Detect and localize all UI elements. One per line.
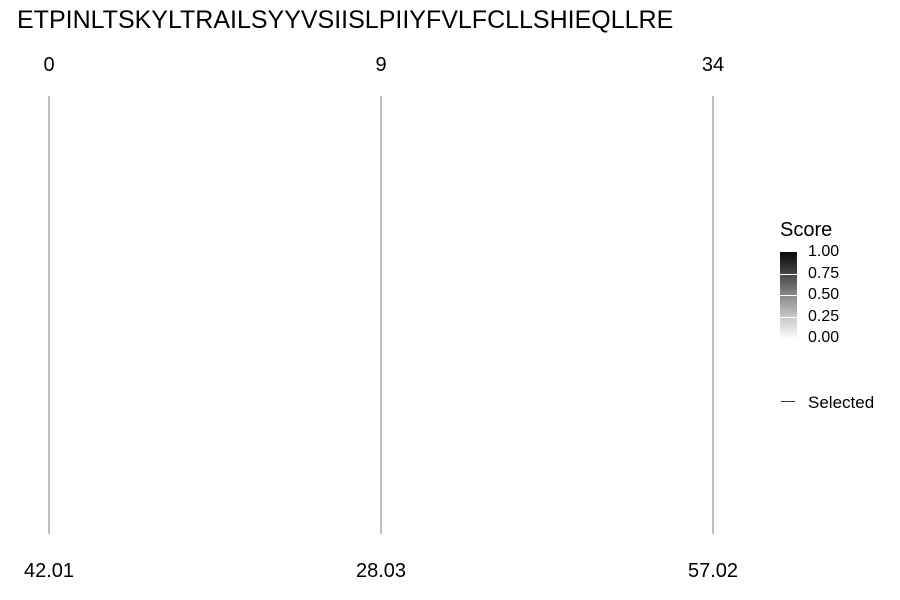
legend-tick-label-4: 0.00 bbox=[808, 329, 840, 346]
legend-tick-label-2: 0.50 bbox=[808, 286, 840, 303]
legend-tick-mark-3 bbox=[780, 316, 797, 318]
legend-tick-mark-2 bbox=[780, 295, 797, 296]
chart-plot-area: 0 42.01 9 28.03 34 57.02 bbox=[24, 54, 738, 582]
top-label-2: 34 bbox=[702, 54, 724, 76]
legend-tick-label-3: 0.25 bbox=[808, 307, 840, 325]
bottom-label-1: 28.03 bbox=[356, 560, 406, 582]
legend-title: Score bbox=[780, 219, 833, 241]
bottom-label-0: 42.01 bbox=[24, 560, 74, 582]
legend-line-label: Selected bbox=[808, 393, 875, 412]
top-label-0: 0 bbox=[43, 54, 54, 76]
legend-line-key bbox=[781, 401, 795, 402]
top-label-1: 9 bbox=[375, 54, 386, 76]
legend-tick-label-1: 0.75 bbox=[808, 264, 840, 282]
legend-tick-label-0: 1.00 bbox=[808, 243, 840, 260]
legend-tick-mark-1 bbox=[780, 273, 797, 275]
bottom-label-2: 57.02 bbox=[688, 560, 738, 582]
